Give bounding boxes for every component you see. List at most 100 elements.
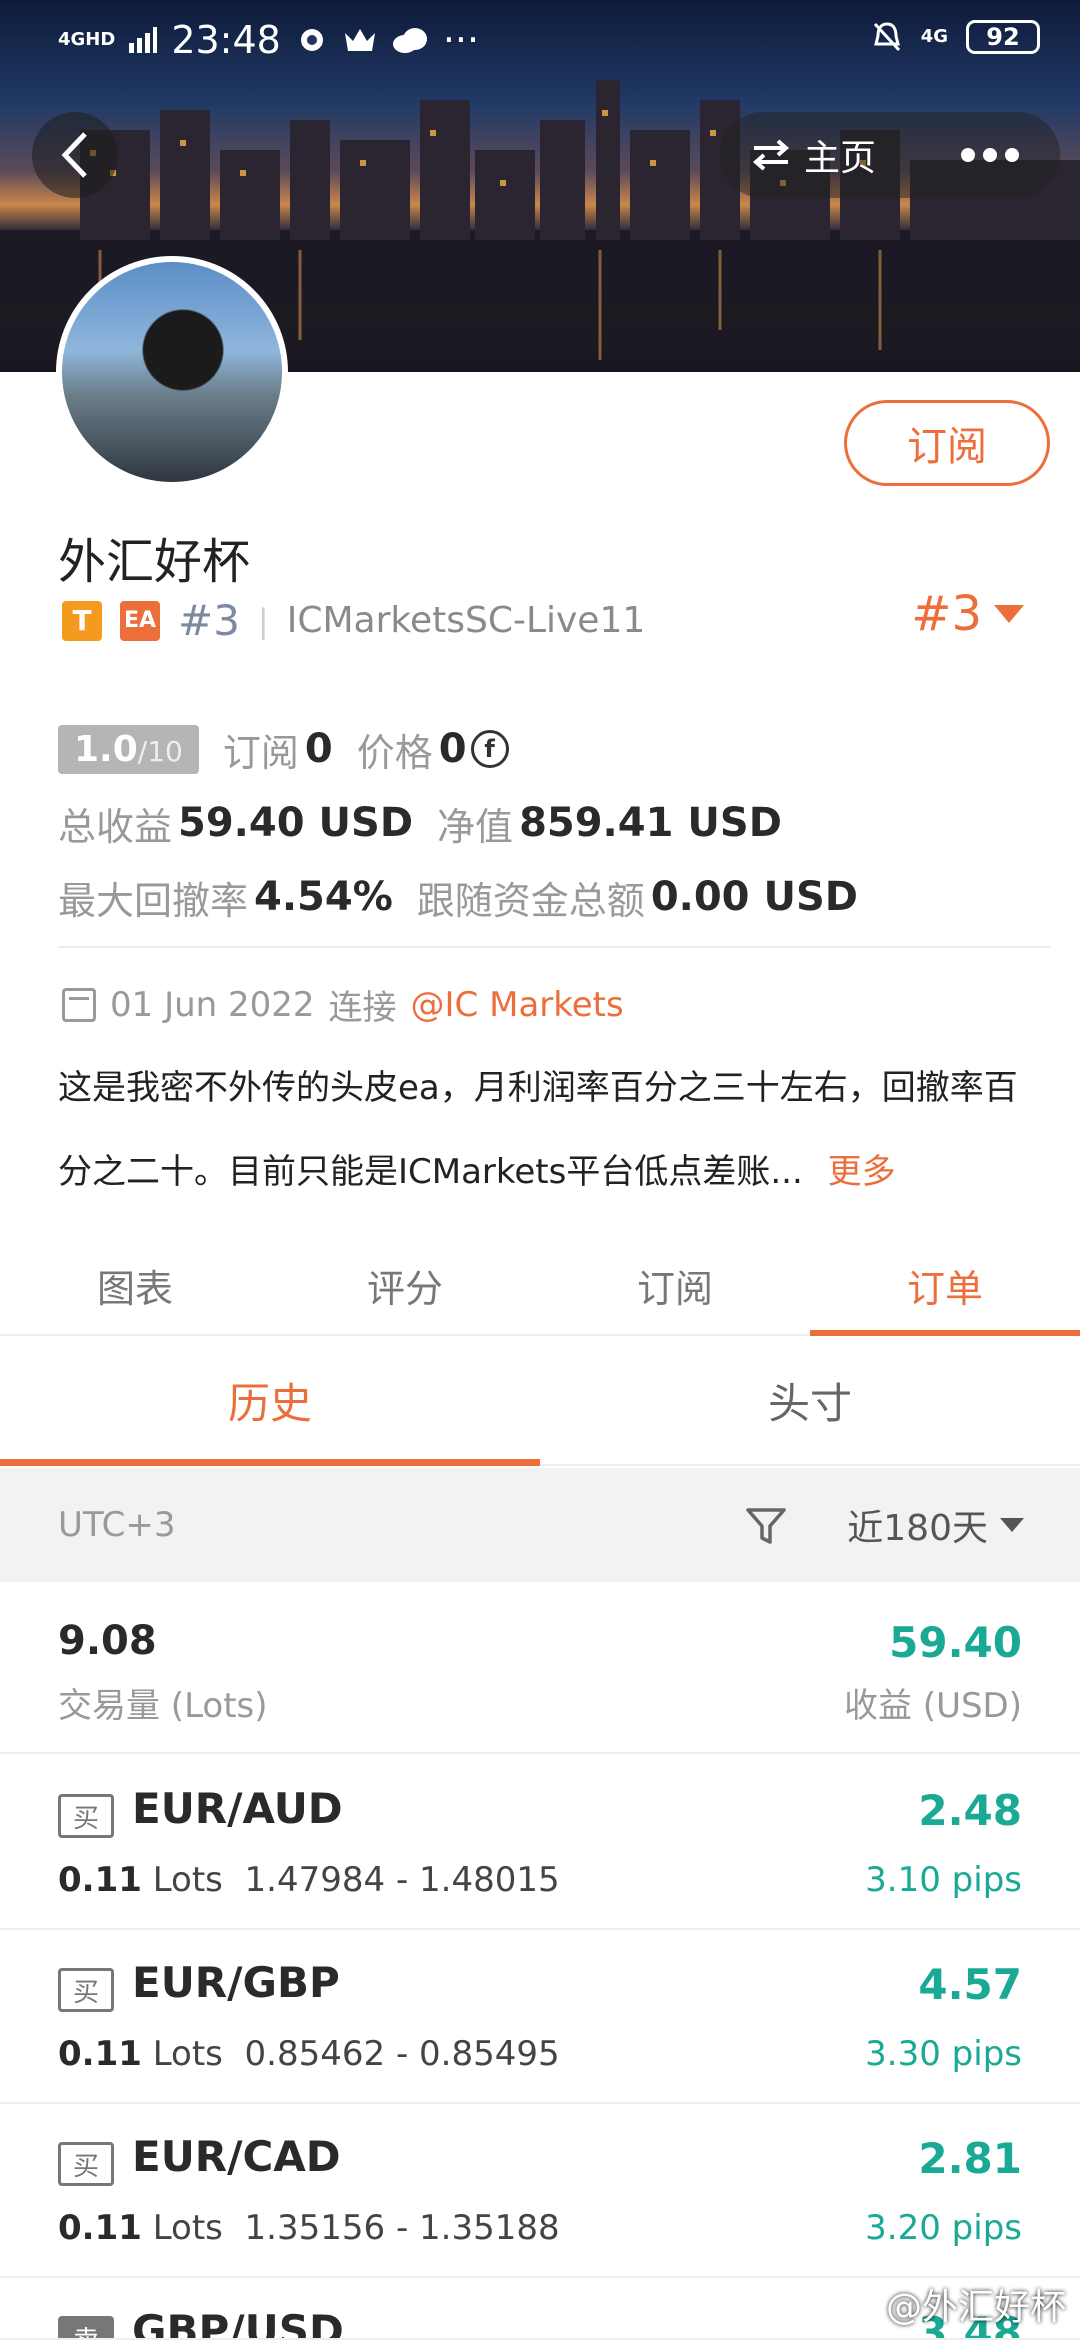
trade-lots: 0.11 [58,2034,142,2074]
trade-row[interactable]: 买 EUR/AUD 0.11 Lots 1.47984 - 1.48015 2.… [0,1756,1080,1930]
description: 这是我密不外传的头皮ea，月利润率百分之三十左右，回撤率百分之二十。目前只能是I… [58,1046,1048,1214]
signal-icon [129,27,158,53]
total-profit-value: 59.40 [178,800,305,846]
connect-info: 01 Jun 2022 连接 @IC Markets [62,980,624,1029]
watermark: @外汇好杯 [885,2287,1066,2328]
trade-lots: 0.11 [58,1860,142,1900]
trade-pips: 3.10 pips [865,1860,1022,1900]
price-value: 0 [438,726,467,772]
mute-bell-icon [873,22,900,52]
trade-details: 0.11 Lots 0.85462 - 0.85495 [58,2034,560,2074]
separator: | [257,601,269,640]
max-drawdown-label: 最大回撤率 [58,878,249,923]
trade-symbol: GBP/USD [132,2306,344,2340]
side-badge: 买 [58,2142,114,2186]
tag-ea-badge: EA [120,600,160,641]
back-button[interactable] [32,112,118,198]
trade-profit: 4.57 [918,1960,1022,2009]
more-dot [1005,148,1019,162]
cloud-icon [392,28,427,53]
version-sub: /10 [137,734,183,768]
home-label: 主页 [804,138,877,179]
subscribe-count-label: 订阅 [222,730,299,775]
main-tabs: 图表 评分 订阅 订单 [0,1236,1080,1336]
trade-prices: 0.85462 - 0.85495 [244,2034,560,2074]
trade-pips: 3.20 pips [865,2208,1022,2248]
broker-link[interactable]: @IC Markets [411,985,624,1025]
trader-name: 外汇好杯 [58,534,251,590]
subtab-positions[interactable]: 头寸 [540,1336,1080,1464]
price-label: 价格 [356,730,433,775]
history-summary: 9.08 交易量 (Lots) 59.40 收益 (USD) [0,1582,1080,1754]
trade-profit: 2.48 [918,1786,1022,1835]
calendar-icon [62,987,96,1022]
avatar[interactable] [56,256,288,488]
status-bar: 4GHD 23:48 ··· 4G 92 [0,0,1080,82]
swap-icon [752,139,790,171]
trade-lots-unit: Lots [152,2208,223,2248]
connect-text: 连接 [328,988,397,1028]
dropdown-arrow-icon [1000,1518,1024,1532]
trade-row[interactable]: 买 EUR/CAD 0.11 Lots 1.35156 - 1.35188 2.… [0,2104,1080,2278]
rank-dropdown-value: #3 [911,586,982,642]
volume-label: 交易量 (Lots) [58,1686,268,1726]
tab-rating[interactable]: 评分 [270,1236,540,1334]
time-range-dropdown[interactable]: 近180天 [847,1499,1024,1551]
more-dot [983,148,997,162]
version-badge: 1.0/10 [58,724,199,774]
home-button[interactable]: 主页 [720,129,930,181]
more-dot [961,148,975,162]
trade-symbol: EUR/CAD [132,2132,341,2181]
summary-profit-label: 收益 (USD) [844,1686,1022,1726]
equity-value: 859.41 [519,800,674,846]
timezone-label: UTC+3 [58,1505,176,1545]
trade-pips: 3.30 pips [865,2034,1022,2074]
profile-tags: T EA #3 | ICMarketsSC-Live11 [62,596,645,645]
tab-chart[interactable]: 图表 [0,1236,270,1334]
tab-subscribe[interactable]: 订阅 [540,1236,810,1334]
more-dots-icon: ··· [442,18,480,62]
divider [58,946,1050,948]
total-profit-label: 总收益 [58,804,173,849]
subtab-history[interactable]: 历史 [0,1336,540,1466]
rank-dropdown[interactable]: #3 [911,586,1024,642]
filter-bar: UTC+3 近180天 [0,1468,1080,1582]
trade-profit: 2.81 [918,2134,1022,2183]
trade-lots-unit: Lots [152,1860,223,1900]
filter-icon[interactable] [744,1504,788,1548]
summary-profit-value: 59.40 [889,1618,1022,1667]
tab-orders[interactable]: 订单 [810,1236,1080,1336]
volume-value: 9.08 [58,1618,157,1664]
trade-symbol: EUR/AUD [132,1784,343,1833]
crown-icon [344,29,375,51]
trade-symbol: EUR/GBP [132,1958,340,2007]
follow-funds-value: 0.00 [650,874,750,920]
network-type: 4GHD [58,29,116,50]
stats-panel: 1.0/10 订阅 0 价格 0 f 总收益 59.40 USD 净值 859.… [58,712,1038,934]
more-options-button[interactable] [930,112,1050,198]
version-main: 1.0 [74,728,138,770]
status-time: 23:48 [171,18,281,62]
rank-label: #3 [178,596,240,645]
subscribe-button[interactable]: 订阅 [844,400,1050,486]
follow-funds-unit: USD [763,874,859,920]
trade-prices: 1.35156 - 1.35188 [244,2208,560,2248]
max-drawdown-value: 4.54% [254,874,393,920]
side-badge: 买 [58,1794,114,1838]
order-subtabs: 历史 头寸 [0,1336,1080,1466]
tag-t-badge: T [62,600,102,641]
trade-lots: 0.11 [58,2208,142,2248]
time-range-value: 近180天 [847,1508,988,1549]
mobile-network: 4G [920,26,948,47]
trade-row[interactable]: 买 EUR/GBP 0.11 Lots 0.85462 - 0.85495 4.… [0,1930,1080,2104]
coin-icon: f [470,730,509,768]
chevron-left-icon [61,132,87,178]
gear-icon [300,29,323,51]
connect-date: 01 Jun 2022 [110,984,315,1025]
trade-details: 0.11 Lots 1.47984 - 1.48015 [58,1860,560,1900]
side-badge: 买 [58,1968,114,2012]
more-link[interactable]: 更多 [828,1152,896,1192]
total-profit-unit: USD [318,800,414,846]
equity-unit: USD [687,800,782,846]
trade-lots-unit: Lots [152,2034,223,2074]
